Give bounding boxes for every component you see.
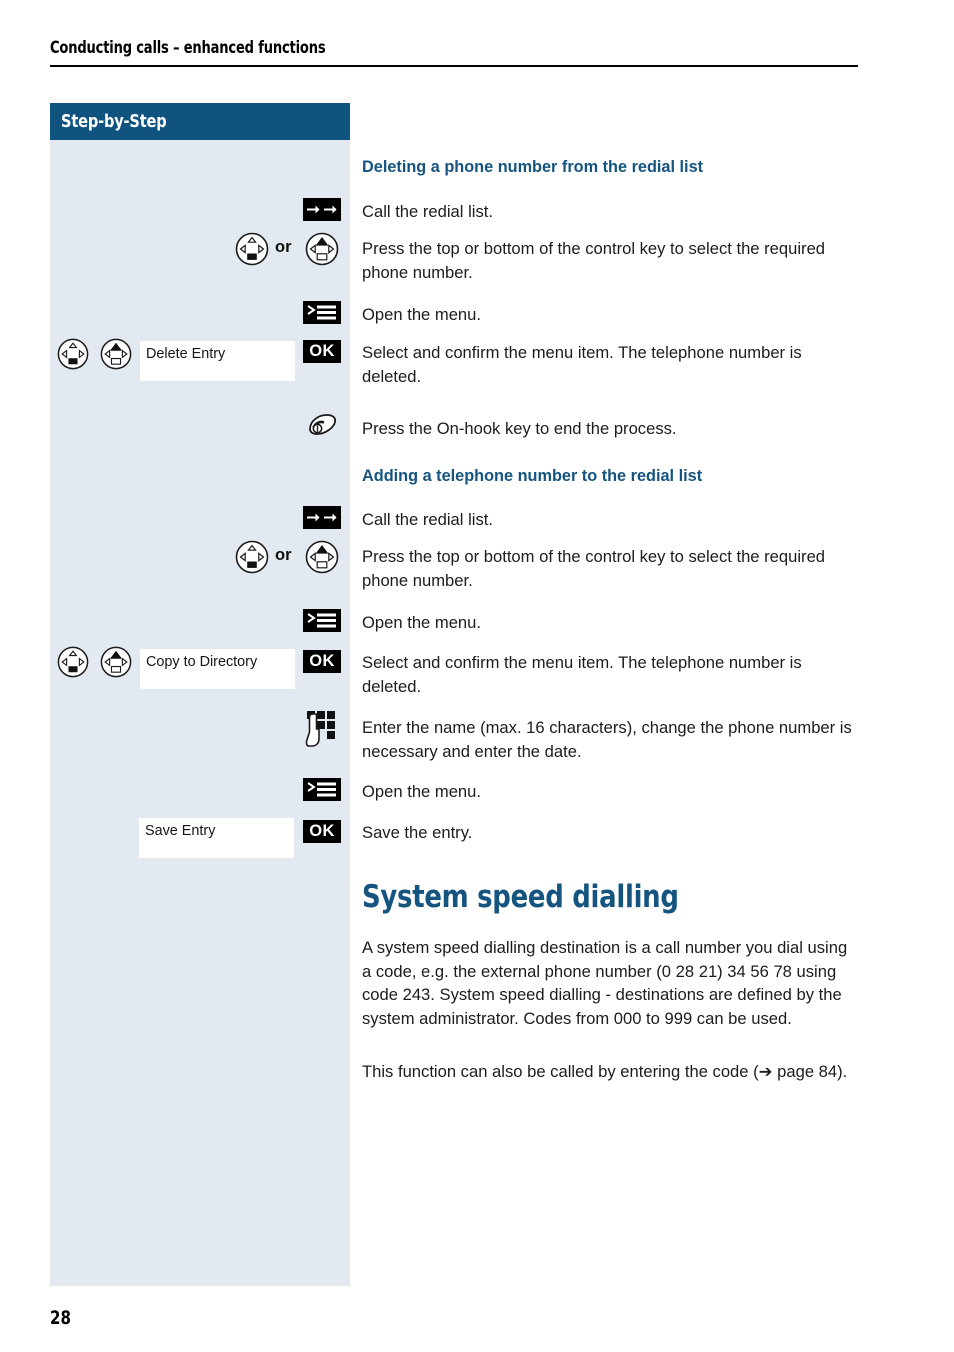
step-text-on-hook: Press the On-hook key to end the process… bbox=[362, 419, 677, 438]
step-text-call-redial-list-2: Call the redial list. bbox=[362, 510, 493, 529]
menu-icon[interactable] bbox=[303, 609, 341, 637]
control-key-up-icon[interactable] bbox=[99, 338, 133, 370]
display-copy-to-directory: Copy to Directory bbox=[140, 649, 295, 689]
menu-icon[interactable] bbox=[303, 778, 341, 806]
sidebar-header-label: Step-by-Step bbox=[61, 111, 167, 132]
ok-key-icon[interactable]: OK bbox=[303, 340, 341, 363]
page-running-header: Conducting calls – enhanced functions bbox=[50, 38, 858, 67]
step-text-save-entry: Save the entry. bbox=[362, 823, 473, 842]
control-key-up-icon[interactable] bbox=[304, 232, 340, 266]
step-text-confirm-copy: Select and confirm the menu item. The te… bbox=[362, 653, 802, 696]
control-key-down-icon[interactable] bbox=[56, 338, 90, 370]
keypad-icon[interactable] bbox=[303, 709, 341, 749]
section-heading-delete-number: Deleting a phone number from the redial … bbox=[362, 158, 704, 176]
paragraph-speed-dialling-description: A system speed dialling destination is a… bbox=[362, 938, 848, 1028]
step-text-enter-name: Enter the name (max. 16 characters), cha… bbox=[362, 718, 852, 761]
or-label: or bbox=[275, 546, 292, 564]
display-delete-entry: Delete Entry bbox=[140, 341, 295, 381]
page-number: 28 bbox=[50, 1307, 71, 1329]
step-text-open-menu-1: Open the menu. bbox=[362, 305, 482, 324]
redial-icon[interactable] bbox=[303, 198, 341, 226]
main-heading-system-speed-dialling: System speed dialling bbox=[362, 879, 679, 915]
on-hook-key-icon[interactable] bbox=[304, 409, 340, 441]
step-by-step-sidebar: Step-by-Step bbox=[50, 103, 350, 1286]
redial-icon[interactable] bbox=[303, 506, 341, 534]
ok-key-icon[interactable]: OK bbox=[303, 820, 341, 843]
page-header-title: Conducting calls – enhanced functions bbox=[50, 38, 326, 57]
step-text-open-menu-3: Open the menu. bbox=[362, 782, 482, 801]
control-key-down-icon[interactable] bbox=[234, 540, 270, 574]
step-text-press-control-key-1: Press the top or bottom of the control k… bbox=[362, 239, 826, 282]
step-text-press-control-key-2: Press the top or bottom of the control k… bbox=[362, 547, 826, 590]
step-text-confirm-delete: Select and confirm the menu item. The te… bbox=[362, 343, 802, 386]
paragraph-speed-dialling-reference: This function can also be called by ente… bbox=[362, 1062, 848, 1081]
display-text: Delete Entry bbox=[146, 346, 226, 362]
control-key-up-icon[interactable] bbox=[99, 646, 133, 678]
ok-key-icon[interactable]: OK bbox=[303, 650, 341, 673]
or-label: or bbox=[275, 238, 292, 256]
control-key-down-icon[interactable] bbox=[56, 646, 90, 678]
display-text: Save Entry bbox=[145, 823, 216, 839]
display-save-entry: Save Entry bbox=[139, 818, 294, 858]
control-key-up-icon[interactable] bbox=[304, 540, 340, 574]
header-divider bbox=[50, 65, 858, 67]
menu-icon[interactable] bbox=[303, 301, 341, 329]
section-heading-add-number: Adding a telephone number to the redial … bbox=[362, 467, 703, 485]
step-text-call-redial-list-1: Call the redial list. bbox=[362, 202, 493, 221]
control-key-down-icon[interactable] bbox=[234, 232, 270, 266]
step-text-open-menu-2: Open the menu. bbox=[362, 613, 482, 632]
sidebar-header: Step-by-Step bbox=[50, 103, 350, 140]
display-text: Copy to Directory bbox=[146, 654, 258, 670]
